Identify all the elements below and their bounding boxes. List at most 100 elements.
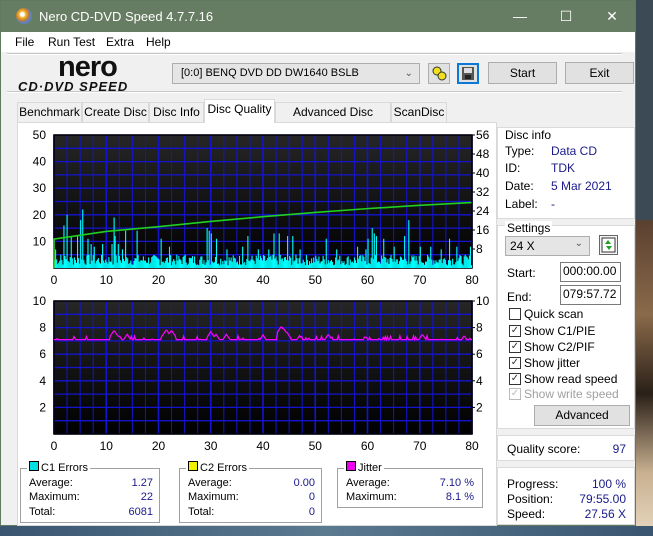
- c1-error-bar: [149, 263, 151, 268]
- menu-help[interactable]: Help: [146, 35, 171, 49]
- c1-error-bar: [274, 258, 276, 268]
- c1-error-bar: [420, 261, 422, 268]
- c1-error-bar: [67, 260, 69, 268]
- c1-error-bar: [169, 255, 172, 268]
- drive-select[interactable]: [0:0] BENQ DVD DD DW1640 BSLB ⌄: [172, 63, 420, 84]
- c1-error-bar: [457, 260, 459, 268]
- progress-value: 100 %: [591, 477, 626, 491]
- maximize-button[interactable]: ☐: [543, 1, 589, 32]
- c1-error-bar: [363, 256, 365, 268]
- c1-error-bar: [275, 256, 277, 268]
- c1-error-bar: [410, 261, 412, 268]
- c1-error-bar: [281, 258, 283, 268]
- disc-type-label: Type:: [505, 144, 535, 158]
- c1-error-bar: [64, 255, 66, 268]
- chevron-down-icon: ⌄: [404, 68, 413, 79]
- end-time-input[interactable]: 079:57.72: [560, 285, 621, 305]
- c1-error-bar: [63, 225, 65, 268]
- c1-error-bar: [87, 238, 89, 268]
- c1-error-bar: [61, 259, 63, 268]
- c1-error-bar: [59, 260, 61, 268]
- start-time-input[interactable]: 000:00.00: [560, 262, 621, 282]
- c1-error-bar: [271, 259, 273, 268]
- eject-settings-button[interactable]: [428, 63, 450, 84]
- checkbox-box: [509, 308, 521, 320]
- c1-maximum-label: Maximum:: [29, 491, 80, 503]
- tab-disc-info[interactable]: Disc Info: [149, 102, 204, 122]
- c1-error-bar: [436, 262, 438, 268]
- disc-type-value: Data CD: [551, 144, 598, 158]
- c1-error-bar: [92, 255, 94, 268]
- c1-average-value: 1.27: [131, 477, 153, 489]
- c1-error-bar: [294, 260, 296, 268]
- c1-error-bar: [132, 264, 134, 268]
- c1-error-bar: [460, 256, 462, 268]
- tab-benchmark[interactable]: Benchmark: [17, 102, 82, 122]
- c1-error-bar: [321, 260, 323, 268]
- disc-label-label: Label:: [505, 197, 538, 211]
- c1-error-bar: [200, 256, 202, 268]
- refresh-button[interactable]: [599, 235, 618, 255]
- menu-extra[interactable]: Extra: [106, 35, 134, 49]
- c1-error-bar: [407, 264, 409, 268]
- c1-error-bar: [122, 258, 125, 268]
- c1-error-bar: [141, 260, 143, 268]
- c1-error-bar: [195, 263, 197, 268]
- c1-error-bar: [215, 238, 218, 268]
- c1-error-bar: [86, 255, 88, 268]
- c1-error-bar: [306, 259, 308, 268]
- gears-icon: [432, 66, 447, 81]
- c1-error-bar: [346, 257, 348, 268]
- c1-error-bar: [234, 258, 236, 268]
- y-left-tick-label: 30: [33, 181, 47, 195]
- x-tick-label: 40: [256, 273, 270, 287]
- c1-total-value: 6081: [128, 506, 153, 518]
- c1-error-bar: [71, 258, 73, 268]
- close-button[interactable]: ✕: [589, 1, 635, 32]
- tab-advanced-disc-quality[interactable]: Advanced Disc Quality: [275, 102, 391, 138]
- c1-error-bar: [295, 254, 297, 268]
- c1-error-bar: [327, 260, 329, 268]
- toolbar-bottom-divider: [7, 91, 622, 93]
- c1-error-bar: [367, 238, 369, 268]
- c1-error-bar: [165, 258, 167, 268]
- c1-error-bar: [308, 261, 311, 268]
- c1-error-bar: [229, 260, 231, 268]
- tab-disc-quality[interactable]: Disc Quality: [204, 99, 275, 123]
- minimize-button[interactable]: —: [497, 1, 543, 32]
- disc-info-group: Disc info Type: Data CD ID: TDK Date: 5 …: [497, 127, 635, 219]
- start-button[interactable]: Start: [488, 62, 557, 84]
- desktop-background: [636, 220, 653, 536]
- c1-error-bar: [99, 263, 102, 268]
- c1-error-bar: [126, 257, 128, 268]
- speed-select[interactable]: 24 X ⌄: [505, 236, 590, 256]
- c1-error-bar: [439, 259, 441, 268]
- c1-error-bar: [218, 263, 220, 268]
- window-title: Nero CD-DVD Speed 4.7.7.16: [39, 9, 214, 24]
- c1-error-bar: [390, 255, 392, 268]
- advanced-button[interactable]: Advanced: [534, 405, 630, 426]
- c1-error-bar: [238, 255, 241, 268]
- c2-maximum-value: 0: [308, 491, 315, 503]
- drive-select-value: [0:0] BENQ DVD DD DW1640 BSLB: [181, 67, 359, 79]
- c1-error-bar: [206, 228, 208, 268]
- c1-error-bar: [198, 265, 200, 268]
- c1-error-bar: [404, 236, 406, 268]
- tab-scandisc[interactable]: ScanDisc: [391, 102, 447, 122]
- c1-error-bar: [358, 258, 360, 268]
- app-window: Nero CD-DVD Speed 4.7.7.16 — ☐ ✕ File Ru…: [0, 0, 636, 526]
- c1-error-bar: [277, 264, 279, 268]
- exit-button[interactable]: Exit: [565, 62, 634, 84]
- menu-run-test[interactable]: Run Test: [48, 35, 95, 49]
- c1-error-bar: [298, 258, 300, 268]
- c1-error-bar: [85, 264, 87, 268]
- c1-error-bar: [156, 257, 158, 268]
- c1-error-bar: [118, 255, 120, 268]
- save-button[interactable]: [457, 63, 479, 84]
- c1-error-bar: [400, 257, 403, 268]
- c1-error-bar: [392, 261, 394, 268]
- c1-error-bar: [373, 233, 375, 268]
- menu-file[interactable]: File: [15, 35, 34, 49]
- tab-create-disc[interactable]: Create Disc: [82, 102, 149, 122]
- chevron-down-icon: ⌄: [574, 238, 583, 249]
